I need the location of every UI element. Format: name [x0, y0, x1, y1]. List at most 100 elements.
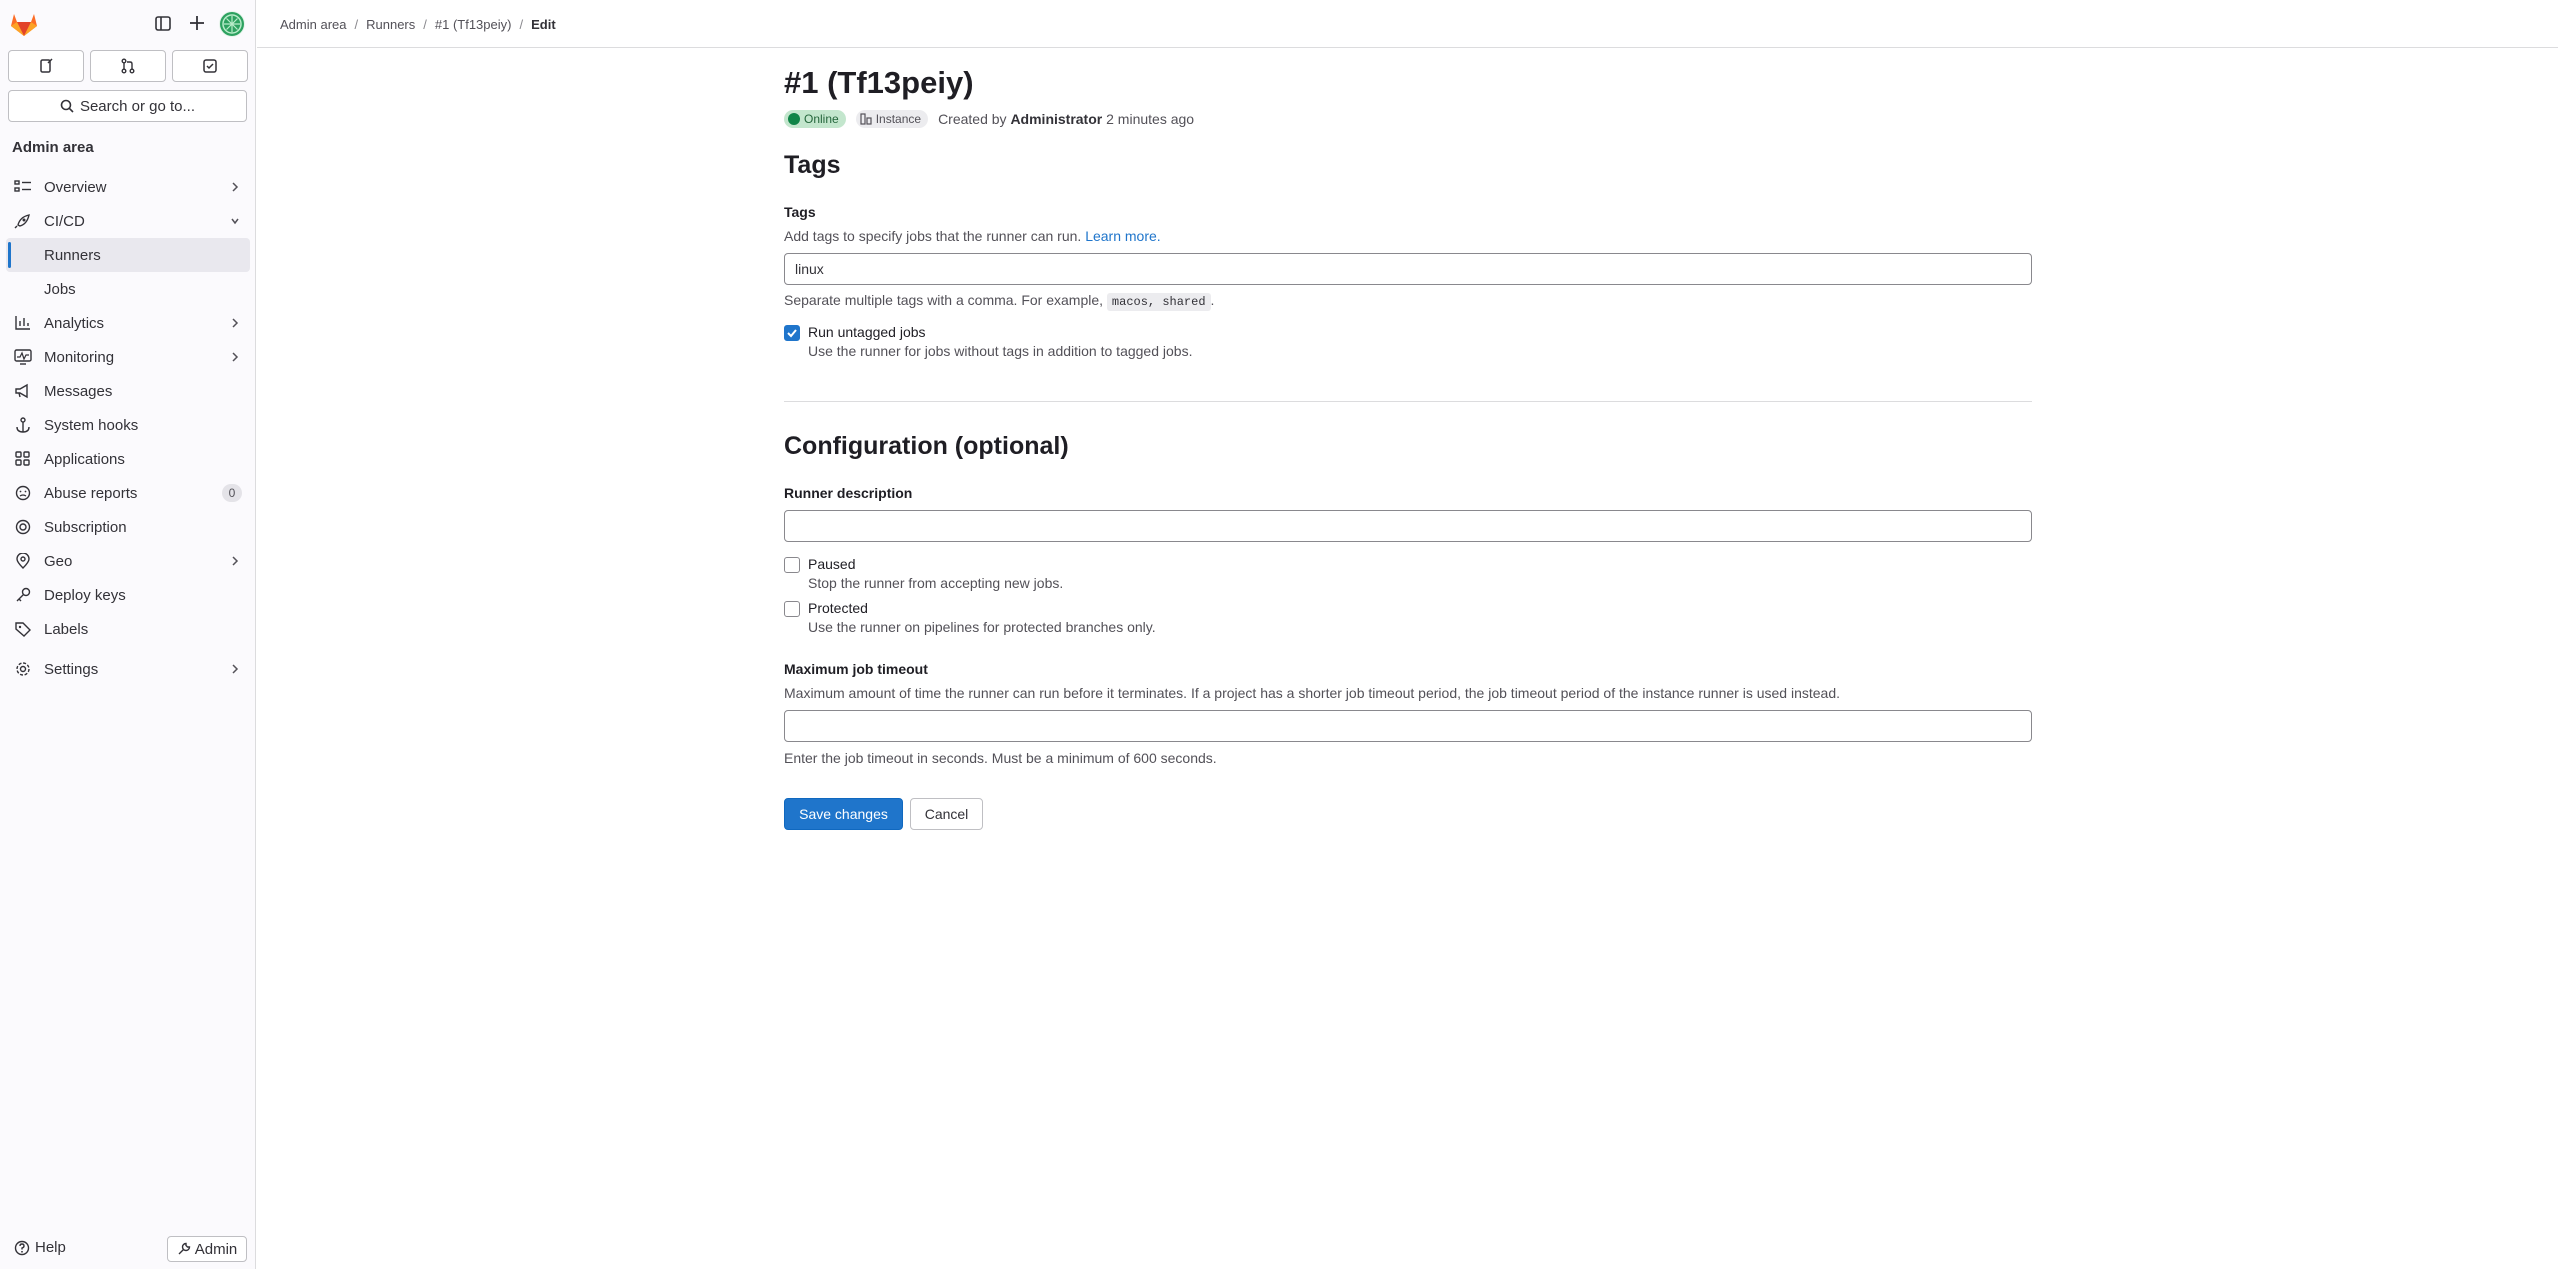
- breadcrumb-current: Edit: [531, 17, 556, 32]
- help-button[interactable]: Help: [14, 1239, 66, 1256]
- sidebar-toggle-icon[interactable]: [152, 14, 174, 34]
- sidebar-item-label: System hooks: [44, 416, 139, 434]
- sidebar-item-system-hooks[interactable]: System hooks: [6, 408, 250, 442]
- sidebar-header: [0, 0, 256, 48]
- issues-button[interactable]: [8, 50, 84, 82]
- breadcrumb-runner[interactable]: #1 (Tf13peiy): [435, 17, 512, 32]
- paused-checkbox[interactable]: [784, 557, 800, 573]
- search-button[interactable]: Search or go to...: [8, 90, 247, 122]
- help-label: Help: [35, 1239, 66, 1256]
- admin-button[interactable]: Admin: [167, 1236, 247, 1262]
- overview-icon: [14, 180, 31, 192]
- tags-input[interactable]: linux: [784, 253, 2032, 285]
- paused-label[interactable]: Paused: [808, 556, 1063, 572]
- instance-icon: [860, 113, 872, 125]
- key-icon: [16, 587, 31, 602]
- cancel-button[interactable]: Cancel: [910, 798, 983, 830]
- breadcrumb-separator: /: [519, 17, 524, 32]
- sidebar-item-deploy-keys[interactable]: Deploy keys: [6, 578, 250, 612]
- sidebar-item-label: Geo: [44, 552, 73, 570]
- megaphone-icon: [15, 383, 28, 399]
- sidebar-item-labels[interactable]: Labels: [6, 612, 250, 646]
- todo-button[interactable]: [172, 50, 248, 82]
- protected-label[interactable]: Protected: [808, 600, 1156, 616]
- sidebar-item-geo[interactable]: Geo: [6, 544, 250, 578]
- abuse-reports-count-badge: 0: [222, 484, 242, 502]
- breadcrumb-admin-area[interactable]: Admin area: [280, 17, 346, 32]
- sidebar-item-label: Jobs: [44, 280, 76, 298]
- chevron-right-icon: [232, 664, 239, 674]
- sidebar-item-overview[interactable]: Overview: [6, 170, 250, 204]
- timeout-input[interactable]: [784, 710, 2032, 742]
- chevron-down-icon: [231, 218, 239, 225]
- tags-description-text: Add tags to specify jobs that the runner…: [784, 228, 1082, 244]
- status-dot-icon: [788, 113, 800, 125]
- sidebar-item-messages[interactable]: Messages: [6, 374, 250, 408]
- sidebar-item-subscription[interactable]: Subscription: [6, 510, 250, 544]
- label-icon: [15, 622, 31, 637]
- breadcrumb-runners[interactable]: Runners: [366, 17, 415, 32]
- runner-type-badge: Instance: [855, 110, 929, 128]
- paused-text: Paused Stop the runner from accepting ne…: [808, 556, 1063, 591]
- timeout-label: Maximum job timeout: [784, 661, 928, 677]
- sidebar-item-monitoring[interactable]: Monitoring: [6, 340, 250, 374]
- run-untagged-description: Use the runner for jobs without tags in …: [808, 343, 1193, 359]
- breadcrumb-separator: /: [423, 17, 427, 32]
- sidebar-item-runners[interactable]: Runners: [6, 238, 250, 272]
- sidebar-item-cicd[interactable]: CI/CD: [6, 204, 250, 238]
- sidebar-item-label: Labels: [44, 620, 89, 638]
- status-badge: Online: [784, 110, 846, 128]
- subscription-icon: [15, 519, 31, 535]
- anchor-icon: [16, 417, 30, 433]
- sidebar-item-settings[interactable]: Settings: [6, 652, 250, 686]
- run-untagged-label[interactable]: Run untagged jobs: [808, 324, 1192, 340]
- run-untagged-text: Run untagged jobs Use the runner for job…: [808, 324, 1192, 359]
- sidebar-item-jobs[interactable]: Jobs: [6, 272, 250, 306]
- created-by-link[interactable]: Administrator: [1010, 111, 1102, 127]
- chart-icon: [15, 316, 30, 330]
- sidebar-item-analytics[interactable]: Analytics: [6, 306, 250, 340]
- created-info: Created by Administrator 2 minutes ago: [938, 111, 1194, 127]
- plus-icon[interactable]: [186, 12, 208, 34]
- location-icon: [16, 553, 30, 569]
- tags-heading: Tags: [784, 151, 841, 179]
- sidebar-item-abuse-reports[interactable]: Abuse reports 0: [6, 476, 250, 510]
- paused-description: Stop the runner from accepting new jobs.: [808, 575, 1064, 591]
- learn-more-link[interactable]: Learn more.: [1085, 228, 1160, 244]
- protected-checkbox[interactable]: [784, 601, 800, 617]
- sidebar-item-label: Applications: [44, 450, 125, 468]
- save-button[interactable]: Save changes: [784, 798, 903, 830]
- breadcrumb-separator: /: [354, 17, 359, 32]
- avatar[interactable]: [219, 11, 245, 37]
- created-ago: 2 minutes ago: [1106, 111, 1195, 127]
- monitor-icon: [14, 349, 32, 365]
- merge-requests-button[interactable]: [90, 50, 166, 82]
- admin-label: Admin: [194, 1240, 238, 1258]
- sidebar-item-label: Messages: [44, 382, 113, 400]
- tags-help-suffix: .: [1210, 292, 1215, 308]
- gear-icon: [16, 662, 30, 676]
- sidebar-item-label: CI/CD: [44, 212, 85, 230]
- checkmark-icon: [787, 329, 797, 338]
- runner-description-label: Runner description: [784, 485, 913, 501]
- sidebar-item-label: Subscription: [44, 518, 127, 536]
- rocket-icon: [14, 214, 30, 229]
- sidebar-item-applications[interactable]: Applications: [6, 442, 250, 476]
- chevron-right-icon: [232, 352, 239, 362]
- sidebar-item-label: Settings: [44, 660, 99, 678]
- tags-help-example: macos, shared: [1106, 293, 1211, 311]
- protected-text: Protected Use the runner on pipelines fo…: [808, 600, 1156, 635]
- top-bar: Admin area / Runners / #1 (Tf13peiy) / E…: [257, 0, 2558, 48]
- gitlab-logo-icon[interactable]: [10, 11, 38, 37]
- sidebar-item-label: Deploy keys: [44, 586, 126, 604]
- page-title: #1 (Tf13peiy): [784, 65, 974, 100]
- run-untagged-checkbox[interactable]: [784, 325, 800, 341]
- search-icon: [60, 99, 74, 113]
- apps-icon: [15, 451, 30, 466]
- tags-help-prefix: Separate multiple tags with a comma. For…: [784, 292, 1104, 308]
- runner-meta: Online Instance Created by Administrator…: [784, 110, 1194, 128]
- runner-description-input[interactable]: [784, 510, 2032, 542]
- timeout-description: Maximum amount of time the runner can ru…: [784, 685, 1841, 701]
- paused-row: Paused Stop the runner from accepting ne…: [784, 556, 1063, 591]
- sidebar-item-label: Monitoring: [44, 348, 115, 366]
